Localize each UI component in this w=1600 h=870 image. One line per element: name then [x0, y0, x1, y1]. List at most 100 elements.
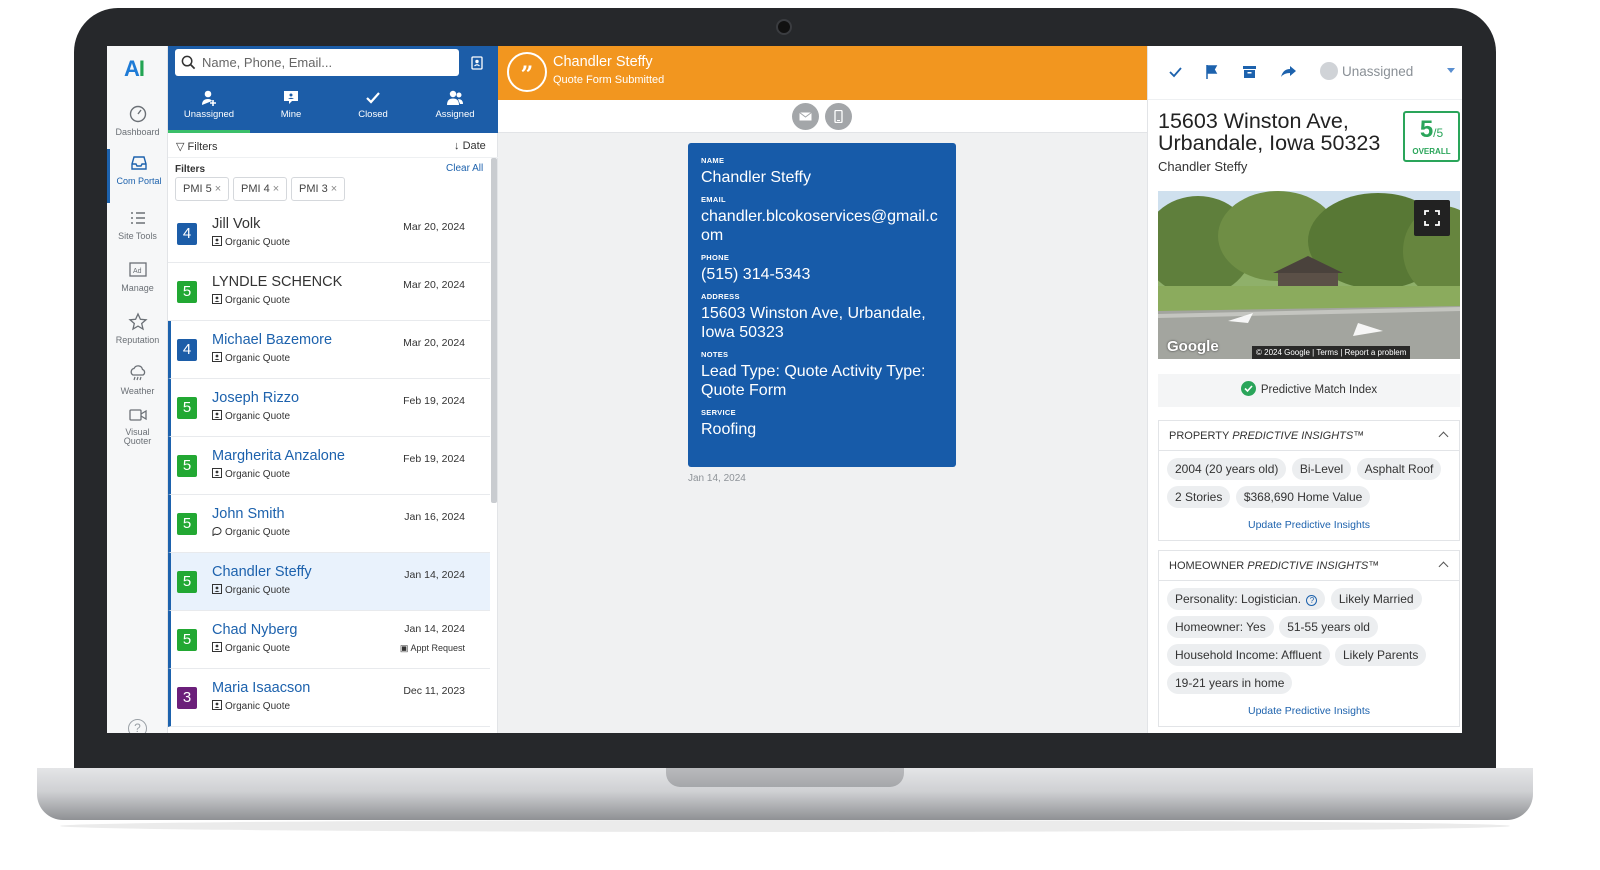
- lead-detail-panel: Unassigned 15603 Winston Ave, Urbandale,…: [1147, 46, 1462, 733]
- check-icon[interactable]: [1167, 63, 1184, 80]
- filter-chip[interactable]: PMI 3 ×: [291, 177, 346, 201]
- filter-chip[interactable]: PMI 4 ×: [233, 177, 288, 201]
- score-label: OVERALL: [1412, 147, 1451, 156]
- search-input[interactable]: [175, 49, 459, 76]
- section-title: HOMEOWNER: [1169, 560, 1245, 572]
- lead-date: Mar 20, 2024: [403, 279, 465, 291]
- update-property-insights-link[interactable]: Update Predictive Insights: [1159, 511, 1459, 540]
- archive-icon[interactable]: [1241, 63, 1258, 80]
- lead-row[interactable]: 5 Margherita Anzalone Organic Quote Feb …: [168, 437, 490, 495]
- fullscreen-button[interactable]: [1414, 200, 1450, 236]
- ad-icon: Ad: [128, 262, 147, 277]
- nav-manage[interactable]: Ad Manage: [107, 258, 168, 308]
- chevron-up-icon[interactable]: [1438, 431, 1449, 442]
- lead-row[interactable]: 4 Jill Volk Organic Quote Mar 20, 2024: [168, 205, 490, 263]
- property-insights-header[interactable]: PROPERTY PREDICTIVE INSIGHTS™: [1159, 421, 1459, 451]
- lead-row-selected[interactable]: 5 Chandler Steffy Organic Quote Jan 14, …: [168, 553, 490, 611]
- field-notes: Lead Type: Quote Activity Type: Quote Fo…: [701, 363, 926, 399]
- lead-name: Jill Volk: [212, 216, 261, 232]
- conversation-header: ” Chandler Steffy Quote Form Submitted: [498, 46, 1147, 100]
- lead-source: Organic Quote: [212, 352, 290, 364]
- form-icon: [212, 642, 222, 652]
- email-channel-button[interactable]: [792, 103, 819, 130]
- filters-button[interactable]: ▽ Filters: [176, 140, 217, 153]
- nav-visual-quoter[interactable]: Visual Quoter: [107, 403, 168, 453]
- nav-reputation[interactable]: Reputation: [107, 310, 168, 360]
- tab-closed[interactable]: Closed: [332, 89, 414, 133]
- conversation-title: Chandler Steffy: [553, 54, 653, 70]
- form-icon: [212, 700, 222, 710]
- forward-icon[interactable]: [1280, 63, 1297, 80]
- lead-date: Dec 11, 2023: [403, 685, 465, 697]
- property-insights-section: PROPERTY PREDICTIVE INSIGHTS™ 2004 (20 y…: [1158, 420, 1460, 541]
- field-label: PHONE: [701, 253, 730, 262]
- score-badge: 5: [177, 571, 197, 593]
- property-address: 15603 Winston Ave, Urbandale, Iowa 50323: [1158, 109, 1381, 155]
- users-icon: [447, 90, 463, 105]
- app-logo[interactable]: AI: [124, 56, 145, 82]
- remove-chip-icon[interactable]: ×: [215, 183, 221, 195]
- nav-com-portal[interactable]: Com Portal: [107, 149, 168, 203]
- filter-chip[interactable]: PMI 5 ×: [175, 177, 230, 201]
- score-max: /5: [1433, 126, 1444, 140]
- lead-row[interactable]: 3 Maria Isaacson Organic Quote Dec 11, 2…: [168, 669, 490, 727]
- map-attribution[interactable]: © 2024 Google | Terms | Report a problem: [1252, 346, 1411, 359]
- score-badge: 5: [177, 455, 197, 477]
- lead-source: Organic Quote: [212, 700, 290, 712]
- lead-row[interactable]: 4 Michael Bazemore Organic Quote Mar 20,…: [168, 321, 490, 379]
- lead-source-label: Organic Quote: [225, 585, 291, 596]
- lead-list-panel: Unassigned Mine Closed Assigned ▽ Filter…: [168, 46, 498, 733]
- nav-site-tools[interactable]: Site Tools: [107, 206, 168, 256]
- form-icon: [212, 236, 222, 246]
- insight-pill: Likely Parents: [1335, 644, 1427, 666]
- lead-source-label: Organic Quote: [225, 469, 291, 480]
- assignee-dropdown[interactable]: Unassigned: [1320, 62, 1413, 80]
- chip-label: PMI 4: [241, 183, 270, 195]
- clear-all-link[interactable]: Clear All: [446, 163, 483, 174]
- lead-row[interactable]: 5 Chad Nyberg Organic Quote Jan 14, 2024…: [168, 611, 490, 669]
- lead-source-label: Organic Quote: [225, 237, 291, 248]
- street-view-image[interactable]: Google © 2024 Google | Terms | Report a …: [1158, 191, 1460, 359]
- score-badge: 5: [177, 397, 197, 419]
- homeowner-insights-section: HOMEOWNER PREDICTIVE INSIGHTS™ Personali…: [1158, 550, 1460, 727]
- update-homeowner-insights-link[interactable]: Update Predictive Insights: [1159, 697, 1459, 726]
- lead-name: LYNDLE SCHENCK: [212, 274, 343, 290]
- field-email: chandler.blcokoservices@gmail.com: [701, 208, 938, 244]
- help-icon[interactable]: ?: [128, 719, 147, 733]
- calendar-icon: ▣: [399, 643, 409, 653]
- cloud-rain-icon: [130, 365, 145, 381]
- contacts-icon[interactable]: [470, 56, 484, 70]
- lead-name: Margherita Anzalone: [212, 448, 345, 464]
- user-plus-icon: [202, 90, 216, 106]
- filter-sort-bar: ▽ Filters ↓ Date: [168, 133, 498, 158]
- overall-score-badge: 5/5 OVERALL: [1403, 111, 1460, 162]
- lead-source-label: Organic Quote: [225, 701, 291, 712]
- lead-row[interactable]: 5 Joseph Rizzo Organic Quote Feb 19, 202…: [168, 379, 490, 437]
- remove-chip-icon[interactable]: ×: [273, 183, 279, 195]
- speedometer-icon: [129, 105, 146, 123]
- chat-user-icon: [284, 91, 298, 104]
- lead-row[interactable]: 5 LYNDLE SCHENCK Organic Quote Mar 20, 2…: [168, 263, 490, 321]
- nav-dashboard[interactable]: Dashboard: [107, 102, 168, 152]
- sort-date-button[interactable]: ↓ Date: [454, 140, 486, 152]
- chevron-down-icon[interactable]: [1447, 68, 1455, 73]
- list-scrollbar[interactable]: [491, 158, 497, 503]
- homeowner-name: Chandler Steffy: [1158, 159, 1248, 174]
- nav-label: Visual Quoter: [123, 427, 152, 446]
- appt-label: Appt Request: [410, 643, 465, 653]
- remove-chip-icon[interactable]: ×: [331, 183, 337, 195]
- chevron-up-icon[interactable]: [1438, 561, 1449, 572]
- tab-unassigned[interactable]: Unassigned: [168, 89, 250, 133]
- lead-row[interactable]: 5 John Smith Organic Quote Jan 16, 2024: [168, 495, 490, 553]
- section-title-italic: PREDICTIVE INSIGHTS™: [1247, 560, 1380, 572]
- check-circle-icon: [1240, 381, 1256, 396]
- homeowner-insights-header[interactable]: HOMEOWNER PREDICTIVE INSIGHTS™: [1159, 551, 1459, 581]
- flag-icon[interactable]: [1203, 63, 1220, 80]
- sms-channel-button[interactable]: [825, 103, 852, 130]
- nav-label: Weather: [120, 386, 155, 396]
- tab-mine[interactable]: Mine: [250, 89, 332, 133]
- help-circle-icon[interactable]: ?: [1306, 595, 1318, 606]
- lead-date: Feb 19, 2024: [403, 453, 465, 465]
- insight-pill: Homeowner: Yes: [1167, 616, 1274, 638]
- tab-assigned[interactable]: Assigned: [414, 89, 496, 133]
